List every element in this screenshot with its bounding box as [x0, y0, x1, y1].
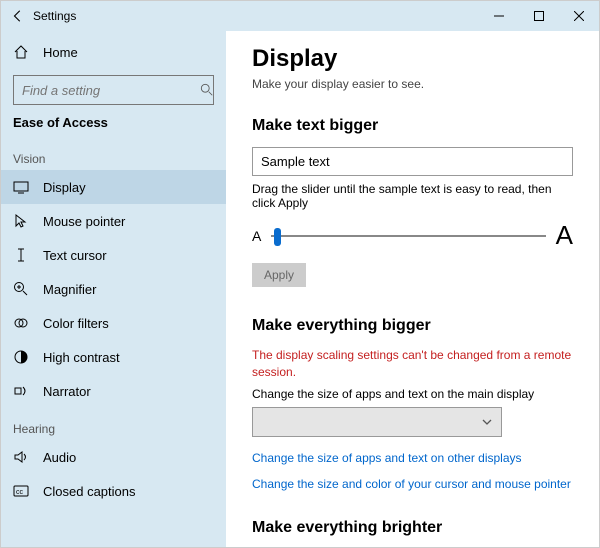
audio-icon — [13, 449, 29, 465]
sidebar-home-label: Home — [43, 45, 78, 60]
chevron-down-icon — [481, 416, 493, 428]
big-a-label: A — [556, 220, 573, 251]
slider-track[interactable] — [271, 235, 545, 237]
scaling-error: The display scaling settings can't be ch… — [252, 347, 573, 381]
sidebar-home[interactable]: Home — [1, 35, 226, 69]
minimize-button[interactable] — [479, 1, 519, 31]
sidebar-item-label: Text cursor — [43, 248, 107, 263]
text-cursor-icon — [13, 247, 29, 263]
high-contrast-icon — [13, 349, 29, 365]
display-icon — [13, 179, 29, 195]
scaling-desc: Change the size of apps and text on the … — [252, 387, 573, 401]
close-button[interactable] — [559, 1, 599, 31]
sidebar: Home Ease of Access Vision Display — [1, 31, 226, 547]
page-title: Display — [252, 45, 573, 73]
slider-hint: Drag the slider until the sample text is… — [252, 182, 573, 210]
sidebar-item-label: High contrast — [43, 350, 120, 365]
sidebar-item-display[interactable]: Display — [1, 170, 226, 204]
search-icon — [200, 83, 214, 97]
section-everything-bigger: Make everything bigger — [252, 317, 573, 335]
sidebar-item-label: Color filters — [43, 316, 109, 331]
scaling-dropdown[interactable] — [252, 407, 502, 437]
apply-button[interactable]: Apply — [252, 263, 306, 287]
sidebar-item-color-filters[interactable]: Color filters — [1, 306, 226, 340]
sidebar-item-magnifier[interactable]: Magnifier — [1, 272, 226, 306]
page-subtitle: Make your display easier to see. — [252, 77, 573, 91]
sidebar-item-label: Closed captions — [43, 484, 136, 499]
home-icon — [13, 44, 29, 60]
sidebar-item-high-contrast[interactable]: High contrast — [1, 340, 226, 374]
sidebar-item-audio[interactable]: Audio — [1, 440, 226, 474]
group-vision: Vision — [1, 138, 226, 170]
sidebar-item-label: Display — [43, 180, 86, 195]
sidebar-item-label: Narrator — [43, 384, 91, 399]
section-brighter: Make everything brighter — [252, 519, 573, 537]
narrator-icon — [13, 383, 29, 399]
closed-captions-icon: cc — [13, 483, 29, 499]
window-title: Settings — [33, 9, 76, 23]
sidebar-item-label: Audio — [43, 450, 76, 465]
search-field[interactable] — [22, 83, 200, 98]
sidebar-item-text-cursor[interactable]: Text cursor — [1, 238, 226, 272]
text-size-slider[interactable]: A A — [252, 220, 573, 251]
content-area: Display Make your display easier to see.… — [226, 31, 599, 547]
svg-text:cc: cc — [16, 489, 24, 496]
color-filters-icon — [13, 315, 29, 331]
back-icon[interactable] — [11, 9, 25, 23]
sidebar-item-mouse-pointer[interactable]: Mouse pointer — [1, 204, 226, 238]
maximize-button[interactable] — [519, 1, 559, 31]
group-hearing: Hearing — [1, 408, 226, 440]
mouse-pointer-icon — [13, 213, 29, 229]
sidebar-item-narrator[interactable]: Narrator — [1, 374, 226, 408]
sidebar-section: Ease of Access — [1, 115, 226, 138]
magnifier-icon — [13, 281, 29, 297]
sample-text-box: Sample text — [252, 147, 573, 176]
link-other-displays[interactable]: Change the size of apps and text on othe… — [252, 451, 573, 465]
titlebar: Settings — [1, 1, 599, 31]
slider-thumb[interactable] — [274, 228, 281, 246]
search-input[interactable] — [13, 75, 214, 105]
sidebar-item-label: Mouse pointer — [43, 214, 125, 229]
section-text-bigger: Make text bigger — [252, 117, 573, 135]
link-cursor-pointer[interactable]: Change the size and color of your cursor… — [252, 477, 573, 491]
small-a-label: A — [252, 228, 261, 244]
sidebar-item-label: Magnifier — [43, 282, 96, 297]
sidebar-item-closed-captions[interactable]: cc Closed captions — [1, 474, 226, 508]
